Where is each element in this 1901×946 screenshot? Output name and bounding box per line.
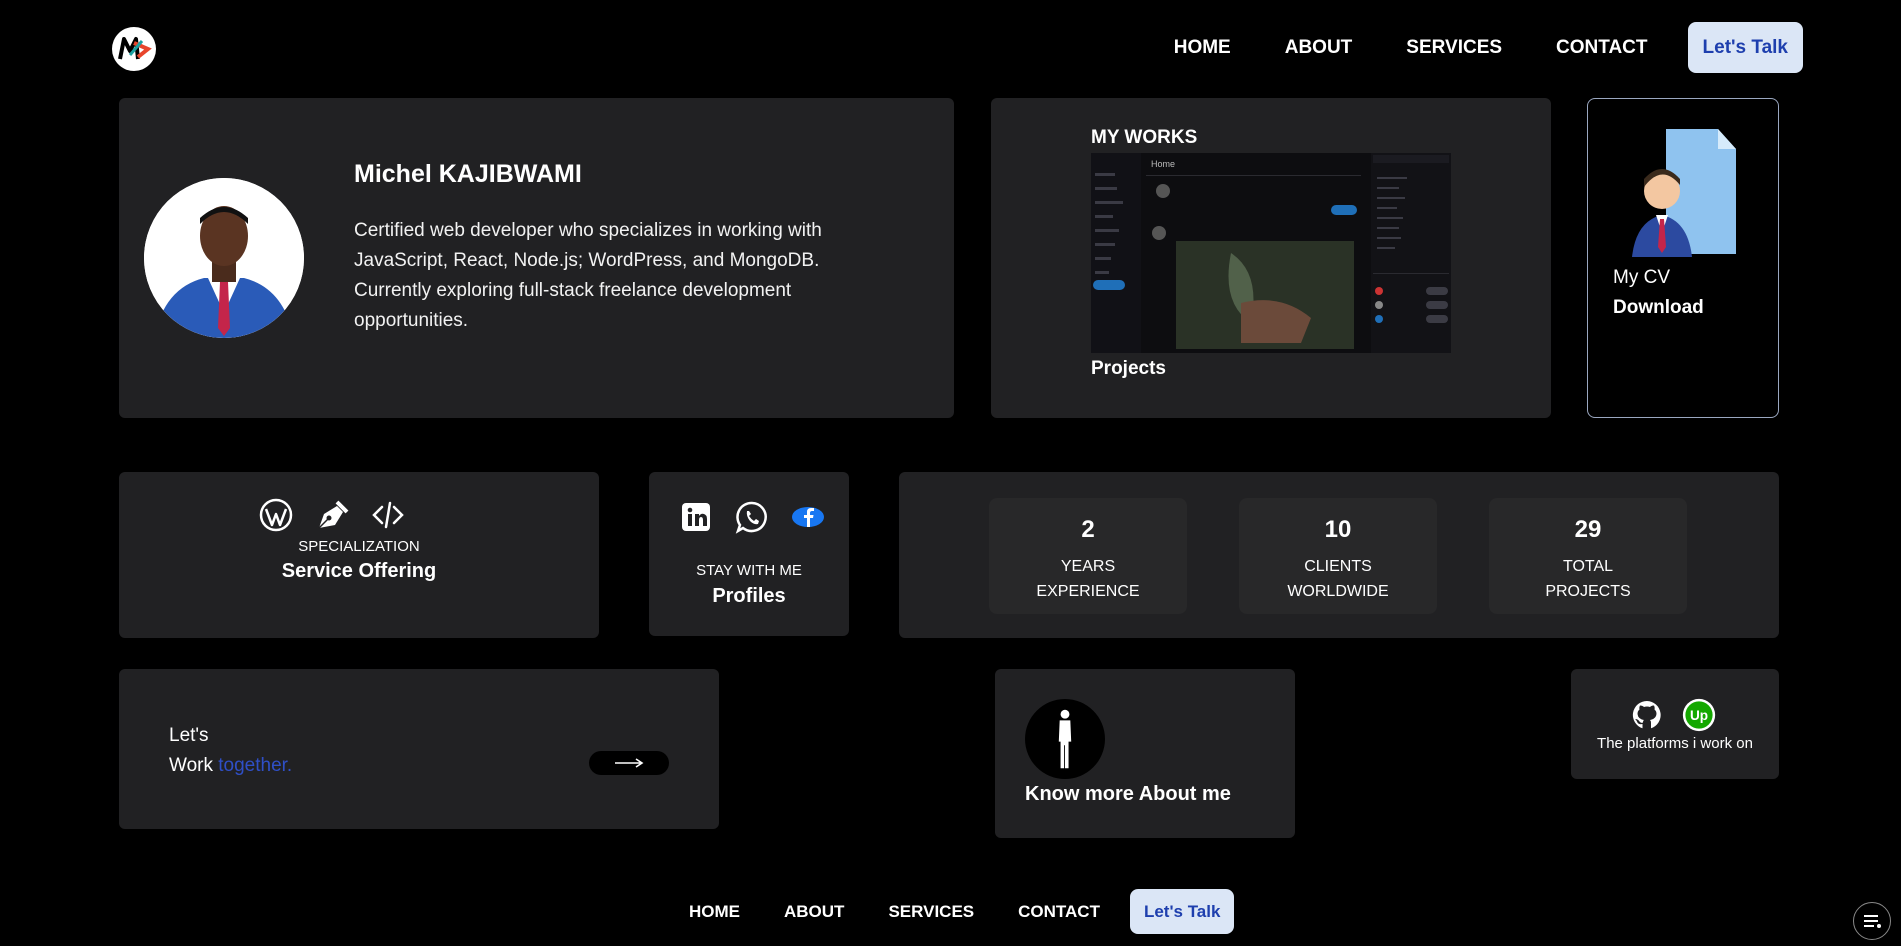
stat-label-line1: YEARS: [1060, 558, 1116, 575]
person-standing-icon: [1058, 709, 1072, 769]
upwork-icon[interactable]: Up: [1679, 695, 1719, 735]
profile-bio: Certified web developer who specializes …: [354, 220, 822, 331]
footer-nav-contact[interactable]: CONTACT: [1018, 902, 1100, 922]
service-offering-card[interactable]: SPECIALIZATION Service Offering: [119, 472, 599, 638]
code-icon: [371, 498, 405, 532]
svg-text:Home: Home: [1151, 159, 1175, 169]
work-together-card: Let's Work together.: [119, 669, 719, 829]
about-me-card[interactable]: Know more About me: [995, 669, 1295, 838]
profiles-title: Profiles: [712, 585, 786, 607]
logo-icon: [118, 37, 152, 60]
avatar: [144, 178, 304, 338]
stat-value: 2: [1081, 516, 1095, 543]
stat-clients: 10 CLIENTS WORLDWIDE: [1239, 498, 1437, 614]
floating-menu-button[interactable]: [1853, 902, 1891, 940]
project-preview-image: Home: [1091, 153, 1451, 353]
nav-about[interactable]: ABOUT: [1285, 37, 1353, 59]
works-title: MY WORKS: [1091, 127, 1198, 148]
know-more-about-me: Know more About me: [1025, 783, 1231, 805]
site-logo[interactable]: [112, 27, 156, 71]
arrow-right-icon: [615, 758, 644, 768]
together-line2: Work together.: [169, 755, 292, 777]
pen-tool-icon: [315, 498, 349, 532]
stat-years: 2 YEARS EXPERIENCE: [989, 498, 1187, 614]
linkedin-icon[interactable]: [679, 500, 713, 534]
nav-contact[interactable]: CONTACT: [1556, 37, 1647, 59]
bottom-navigation: HOME ABOUT SERVICES CONTACT Let's Talk: [689, 889, 1235, 934]
cv-card[interactable]: My CV Download: [1587, 98, 1779, 418]
stats-card: 2 YEARS EXPERIENCE 10 CLIENTS WORLDWIDE …: [899, 472, 1779, 638]
top-navigation: HOME ABOUT SERVICES CONTACT Let's Talk: [1120, 22, 1803, 73]
wordpress-icon: [259, 498, 293, 532]
stat-value: 10: [1324, 516, 1352, 543]
stat-label-line2: WORLDWIDE: [1287, 583, 1389, 600]
nav-services[interactable]: SERVICES: [1406, 37, 1502, 59]
stat-label-line1: CLIENTS: [1304, 558, 1372, 575]
stat-label-line2: EXPERIENCE: [1036, 583, 1140, 600]
stat-label-line2: PROJECTS: [1545, 583, 1631, 600]
projects-label: Projects: [1091, 358, 1166, 379]
cv-download-link[interactable]: Download: [1613, 297, 1704, 319]
facebook-icon[interactable]: [791, 500, 825, 534]
together-accent: together.: [218, 755, 293, 776]
lets-talk-button[interactable]: Let's Talk: [1687, 22, 1803, 73]
profile-name: Michel KAJIBWAMI: [354, 160, 582, 188]
stay-with-me-label: STAY WITH ME: [696, 562, 802, 579]
menu-icon: [1864, 915, 1881, 928]
footer-nav-home[interactable]: HOME: [689, 902, 740, 922]
footer-nav-services[interactable]: SERVICES: [888, 902, 974, 922]
together-word: Work: [169, 755, 213, 776]
platforms-card: Up The platforms i work on: [1571, 669, 1779, 779]
github-icon[interactable]: [1627, 695, 1667, 735]
footer-nav-about[interactable]: ABOUT: [784, 902, 844, 922]
together-line1: Let's: [169, 725, 209, 746]
service-offering-title: Service Offering: [281, 560, 437, 582]
specialization-label: SPECIALIZATION: [298, 538, 420, 555]
profiles-card: STAY WITH ME Profiles: [649, 472, 849, 636]
profile-photo: [144, 178, 304, 338]
cv-title: My CV: [1613, 267, 1670, 288]
my-works-card[interactable]: MY WORKS Home Projects: [991, 98, 1551, 418]
stat-label-line1: TOTAL: [1562, 558, 1614, 575]
cv-document-icon: [1632, 129, 1736, 257]
footer-lets-talk-button[interactable]: Let's Talk: [1129, 889, 1235, 934]
nav-home[interactable]: HOME: [1174, 37, 1231, 59]
work-together-button[interactable]: [589, 751, 669, 775]
platforms-caption: The platforms i work on: [1597, 735, 1753, 752]
svg-text:Up: Up: [1690, 708, 1708, 723]
whatsapp-icon[interactable]: [735, 500, 769, 534]
stat-value: 29: [1574, 516, 1602, 543]
stat-projects: 29 TOTAL PROJECTS: [1489, 498, 1687, 614]
about-avatar: [1025, 699, 1105, 779]
hero-card: Michel KAJIBWAMI Certified web developer…: [119, 98, 954, 418]
project-screenshot: Home: [1091, 153, 1451, 353]
